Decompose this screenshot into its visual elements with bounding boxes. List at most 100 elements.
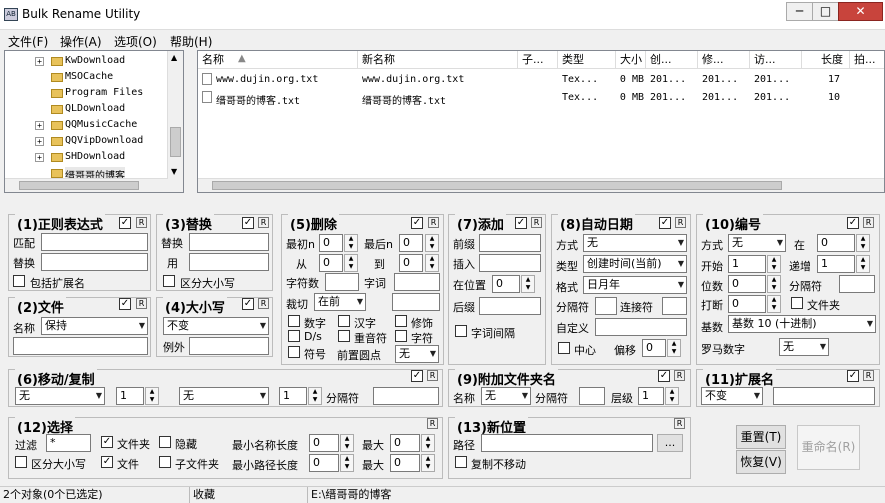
chars-input[interactable] — [325, 273, 359, 291]
file-row[interactable]: www.dujin.org.txt www.dujin.org.txt Tex...… — [198, 72, 884, 88]
expand-icon[interactable]: + — [35, 57, 44, 66]
file-enable-checkbox[interactable]: ✓ — [119, 298, 131, 310]
num-break-spinner[interactable]: ▲ ▼ — [767, 295, 781, 313]
num-mode-select[interactable]: 无 — [728, 234, 786, 252]
date-format-select[interactable]: 日月年 — [583, 276, 687, 294]
last-n-spinner[interactable]: ▲ ▼ — [425, 234, 439, 252]
tree-item[interactable]: Program Files — [51, 87, 143, 98]
move-reset-button[interactable]: R — [427, 370, 438, 381]
folder-name-enable-checkbox[interactable]: ✓ — [658, 370, 670, 382]
extension-enable-checkbox[interactable]: ✓ — [847, 370, 859, 382]
replace-case-checkbox[interactable] — [163, 275, 175, 287]
tree-item[interactable]: + QQMusicCache — [35, 119, 137, 130]
tree-item[interactable]: QLDownload — [51, 103, 125, 114]
selection-reset-button[interactable]: R — [427, 418, 438, 429]
max-path-input[interactable]: 0 — [390, 454, 420, 472]
tree-item[interactable]: + QQVipDownload — [35, 135, 143, 146]
column-header[interactable]: 子... — [518, 51, 558, 69]
words-input[interactable] — [394, 273, 440, 291]
min-path-spinner[interactable]: ▲ ▼ — [340, 454, 354, 472]
expand-icon[interactable]: + — [35, 121, 44, 130]
folder-level-input[interactable]: 1 — [638, 387, 664, 405]
case-enable-checkbox[interactable]: ✓ — [242, 298, 254, 310]
tree-vertical-scrollbar[interactable]: ▲ ▼ — [167, 51, 183, 192]
num-incr-input[interactable]: 1 — [817, 255, 855, 273]
tree-hscroll-thumb[interactable] — [19, 181, 139, 190]
date-sep-input[interactable] — [595, 297, 617, 315]
hidden-checkbox[interactable] — [159, 436, 171, 448]
remove-enable-checkbox[interactable]: ✓ — [411, 217, 423, 229]
column-header[interactable]: 大小 — [616, 51, 646, 69]
file-list[interactable]: 名称 ▲ 新名称 子... 类型 大小 创... 修... 访... 长度 拍... www.duj… — [197, 50, 885, 193]
max-path-spinner[interactable]: ▲ ▼ — [421, 454, 435, 472]
folder-sep-input[interactable] — [579, 387, 605, 405]
tree-item[interactable]: + KwDownload — [35, 55, 125, 66]
numbering-reset-button[interactable]: R — [863, 217, 874, 228]
scroll-up-icon[interactable]: ▲ — [171, 53, 177, 62]
min-name-spinner[interactable]: ▲ ▼ — [340, 434, 354, 452]
files-checkbox[interactable]: ✓ — [101, 456, 113, 468]
add-enable-checkbox[interactable]: ✓ — [515, 217, 527, 229]
regex-reset-button[interactable]: R — [136, 217, 147, 228]
extension-select[interactable]: 不变 — [701, 387, 763, 405]
subfolders-checkbox[interactable] — [159, 456, 171, 468]
date-offset-spinner[interactable]: ▲ ▼ — [667, 339, 681, 357]
tree-scroll-thumb[interactable] — [170, 127, 181, 157]
crop-input[interactable] — [392, 293, 440, 311]
column-header[interactable]: 新名称 — [358, 51, 518, 69]
folders-checkbox[interactable]: ✓ — [101, 436, 113, 448]
folder-name-select[interactable]: 无 — [481, 387, 531, 405]
column-header[interactable]: 创... — [646, 51, 698, 69]
date-custom-input[interactable] — [595, 318, 687, 336]
menu-help[interactable]: 帮助(H) — [170, 33, 212, 50]
prefix-input[interactable] — [479, 234, 541, 252]
date-mode-select[interactable]: 无 — [583, 234, 687, 252]
date-type-select[interactable]: 创建时间(当前) — [583, 255, 687, 273]
case-reset-button[interactable]: R — [258, 298, 269, 309]
num-digits-spinner[interactable]: ▲ ▼ — [767, 275, 781, 293]
list-hscroll-thumb[interactable] — [212, 181, 782, 190]
scroll-down-icon[interactable]: ▼ — [171, 167, 177, 176]
replace-input[interactable] — [189, 233, 269, 251]
tree-item[interactable]: MSOCache — [51, 71, 113, 82]
column-header[interactable]: 长度 — [802, 51, 850, 69]
num-at-input[interactable]: 0 — [817, 234, 855, 252]
remove-reset-button[interactable]: R — [428, 217, 439, 228]
num-digits-input[interactable]: 0 — [728, 275, 766, 293]
menu-options[interactable]: 选项(O) — [114, 33, 157, 50]
min-name-input[interactable]: 0 — [309, 434, 339, 452]
num-break-input[interactable]: 0 — [728, 295, 766, 313]
rename-button[interactable]: 重命名(R) — [797, 425, 860, 470]
column-header[interactable]: 修... — [698, 51, 750, 69]
file-name-input[interactable] — [13, 337, 148, 355]
num-incr-spinner[interactable]: ▲ ▼ — [856, 255, 870, 273]
move-count-input[interactable]: 1 — [116, 387, 144, 405]
num-start-input[interactable]: 1 — [728, 255, 766, 273]
at-pos-input[interactable]: 0 — [492, 275, 520, 293]
num-start-spinner[interactable]: ▲ ▼ — [767, 255, 781, 273]
with-input[interactable] — [189, 253, 269, 271]
word-space-checkbox[interactable] — [455, 325, 467, 337]
max-name-input[interactable]: 0 — [390, 434, 420, 452]
regex-enable-checkbox[interactable]: ✓ — [119, 217, 131, 229]
menu-actions[interactable]: 操作(A) — [60, 33, 102, 50]
move-sep-input[interactable] — [373, 387, 439, 405]
column-header[interactable]: 拍... — [850, 51, 884, 69]
first-n-spinner[interactable]: ▲ ▼ — [344, 234, 358, 252]
num-roman-select[interactable]: 无 — [779, 338, 829, 356]
regex-replace-input[interactable] — [41, 253, 148, 271]
file-name-select[interactable]: 保持 — [41, 317, 148, 335]
date-connect-input[interactable] — [662, 297, 687, 315]
select-case-checkbox[interactable] — [15, 456, 27, 468]
column-header[interactable]: 名称 — [198, 51, 358, 69]
replace-enable-checkbox[interactable]: ✓ — [242, 217, 254, 229]
insert-input[interactable] — [479, 254, 541, 272]
min-path-input[interactable]: 0 — [309, 454, 339, 472]
move-target-count-input[interactable]: 1 — [279, 387, 307, 405]
expand-icon[interactable]: + — [35, 137, 44, 146]
replace-reset-button[interactable]: R — [258, 217, 269, 228]
chinese-checkbox[interactable] — [338, 315, 350, 327]
last-n-input[interactable]: 0 — [399, 234, 423, 252]
close-button[interactable]: ✕ — [838, 2, 883, 21]
autodate-reset-button[interactable]: R — [675, 217, 686, 228]
